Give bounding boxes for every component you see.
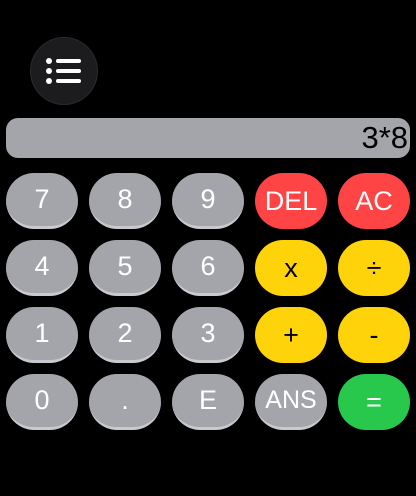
divide-button[interactable]: ÷ bbox=[338, 240, 410, 296]
key-0[interactable]: 0 bbox=[6, 374, 78, 430]
key-1[interactable]: 1 bbox=[6, 307, 78, 363]
key-8[interactable]: 8 bbox=[89, 173, 161, 229]
display: 3*8 bbox=[6, 118, 410, 158]
delete-button[interactable]: DEL bbox=[255, 173, 327, 229]
exponent-button[interactable]: E bbox=[172, 374, 244, 430]
key-5[interactable]: 5 bbox=[89, 240, 161, 296]
key-4[interactable]: 4 bbox=[6, 240, 78, 296]
key-9[interactable]: 9 bbox=[172, 173, 244, 229]
answer-button[interactable]: ANS bbox=[255, 374, 327, 430]
plus-button[interactable]: + bbox=[255, 307, 327, 363]
multiply-button[interactable]: x bbox=[255, 240, 327, 296]
key-6[interactable]: 6 bbox=[172, 240, 244, 296]
list-icon bbox=[46, 57, 82, 85]
key-2[interactable]: 2 bbox=[89, 307, 161, 363]
minus-button[interactable]: - bbox=[338, 307, 410, 363]
decimal-point-button[interactable]: . bbox=[89, 374, 161, 430]
key-7[interactable]: 7 bbox=[6, 173, 78, 229]
menu-button[interactable] bbox=[30, 37, 98, 105]
equals-button[interactable]: = bbox=[338, 374, 410, 430]
display-expression: 3*8 bbox=[361, 120, 408, 155]
key-3[interactable]: 3 bbox=[172, 307, 244, 363]
all-clear-button[interactable]: AC bbox=[338, 173, 410, 229]
